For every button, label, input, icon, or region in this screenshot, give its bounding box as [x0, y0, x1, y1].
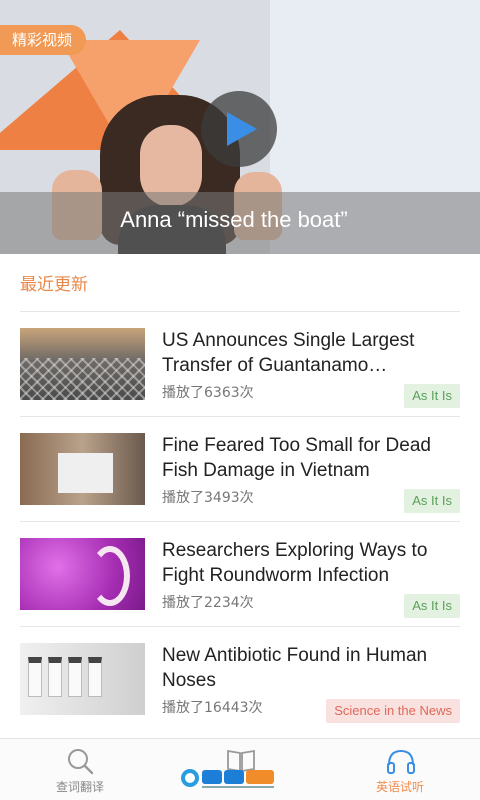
recent-updates-title: 最近更新 — [20, 275, 88, 295]
news-title: US Announces Single Largest Transfer of … — [162, 330, 415, 376]
play-count: 播放了2234次 — [162, 595, 254, 611]
category-badge: As It Is — [404, 384, 460, 408]
headphones-icon — [387, 749, 415, 774]
search-icon — [68, 749, 94, 775]
play-count: 播放了3493次 — [162, 490, 254, 506]
nav-listening[interactable]: 英语试听 — [320, 739, 480, 800]
news-thumbnail — [20, 538, 145, 610]
category-badge: As It Is — [404, 594, 460, 618]
news-thumbnail — [20, 433, 145, 505]
news-thumbnail — [20, 643, 145, 715]
gogo-watermark-logo — [181, 769, 274, 788]
play-icon — [227, 112, 257, 146]
news-title: Fine Feared Too Small for Dead Fish Dama… — [162, 435, 431, 481]
play-count: 播放了6363次 — [162, 385, 254, 401]
news-title: New Antibiotic Found in Human Noses — [162, 645, 428, 691]
nav-dictionary[interactable]: 查词翻译 — [0, 739, 160, 800]
news-item[interactable]: US Announces Single Largest Transfer of … — [0, 312, 480, 417]
news-item[interactable]: Researchers Exploring Ways to Fight Roun… — [0, 522, 480, 627]
news-item[interactable]: New Antibiotic Found in Human Noses 播放了1… — [0, 627, 480, 732]
video-caption: Anna “missed the boat” — [120, 207, 348, 232]
news-item[interactable]: Fine Feared Too Small for Dead Fish Dama… — [0, 417, 480, 522]
nav-label: 英语试听 — [375, 780, 424, 794]
news-thumbnail — [20, 328, 145, 400]
news-title: Researchers Exploring Ways to Fight Roun… — [162, 540, 428, 586]
play-button[interactable] — [201, 91, 277, 167]
play-count: 播放了16443次 — [162, 700, 263, 716]
category-badge: As It Is — [404, 489, 460, 513]
video-banner[interactable]: Anna “missed the boat” 精彩视频 — [0, 0, 480, 254]
featured-video-tag: 精彩视频 — [0, 25, 87, 55]
nav-label: 查词翻译 — [55, 780, 104, 794]
category-badge: Science in the News — [326, 699, 460, 723]
